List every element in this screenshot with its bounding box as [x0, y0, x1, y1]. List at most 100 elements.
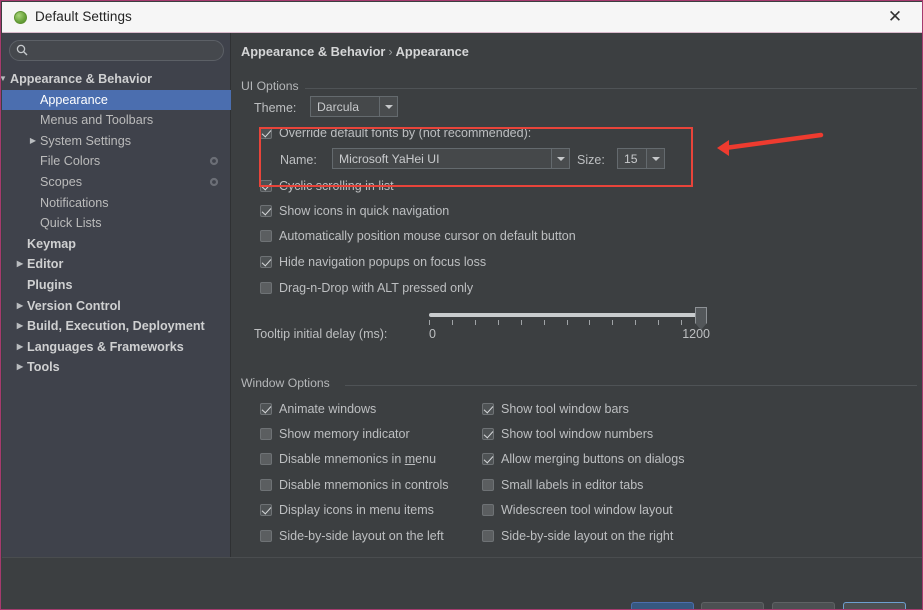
font-name-chevron-down-icon[interactable] — [551, 148, 570, 169]
dialog-body: ▼Appearance & BehaviorAppearanceMenus an… — [2, 33, 923, 610]
checkbox[interactable] — [260, 504, 272, 516]
search-input[interactable] — [33, 43, 217, 57]
sidebar-item-editor[interactable]: ▶Editor — [2, 254, 231, 275]
help-button[interactable]: Help — [843, 602, 906, 610]
sidebar-item-build-execution-deployment[interactable]: ▶Build, Execution, Deployment — [2, 316, 231, 337]
override-default-fonts-checkbox-row[interactable]: Override default fonts by (not recommend… — [260, 126, 531, 140]
slider-max-label: 1200 — [682, 327, 710, 341]
cancel-button[interactable]: Cancel — [701, 602, 764, 610]
checkbox[interactable] — [260, 180, 272, 192]
sidebar-item-label: Tools — [27, 357, 60, 378]
window-option-allow-merging-buttons-on-dialogs[interactable]: Allow merging buttons on dialogs — [482, 452, 684, 466]
checkbox-label: Widescreen tool window layout — [501, 503, 673, 517]
sidebar-item-notifications[interactable]: Notifications — [2, 193, 231, 214]
chevron-right-icon[interactable]: ▶ — [27, 131, 39, 152]
chevron-right-icon[interactable]: ▶ — [14, 337, 26, 358]
checkbox[interactable] — [482, 504, 494, 516]
dialog-footer: OK Cancel Apply Help — [2, 557, 923, 610]
window-option-show-tool-window-numbers[interactable]: Show tool window numbers — [482, 427, 653, 441]
checkbox[interactable] — [482, 530, 494, 542]
ui-option-cyclic-scrolling-in-list[interactable]: Cyclic scrolling in list — [260, 179, 394, 193]
slider-track[interactable] — [429, 313, 704, 317]
theme-select[interactable]: Darcula — [310, 96, 380, 117]
checkbox-label: Disable mnemonics in menu — [279, 452, 436, 466]
font-size-select[interactable]: 15 — [617, 148, 647, 169]
chevron-right-icon[interactable]: ▶ — [14, 254, 26, 275]
checkbox-label: Show tool window bars — [501, 402, 629, 416]
tooltip-delay-label: Tooltip initial delay (ms): — [254, 327, 387, 341]
sidebar-item-system-settings[interactable]: ▶System Settings — [2, 131, 231, 152]
ok-button[interactable]: OK — [631, 602, 694, 610]
sidebar-item-appearance-behavior[interactable]: ▼Appearance & Behavior — [2, 69, 231, 90]
window-option-small-labels-in-editor-tabs[interactable]: Small labels in editor tabs — [482, 478, 643, 492]
sidebar-item-version-control[interactable]: ▶Version Control — [2, 296, 231, 317]
checkbox[interactable] — [260, 479, 272, 491]
settings-dialog-window: Default Settings ✕ ▼Appearance & Behavio… — [0, 0, 923, 610]
checkbox[interactable] — [260, 403, 272, 415]
checkbox-label: Cyclic scrolling in list — [279, 179, 394, 193]
checkbox[interactable] — [482, 403, 494, 415]
window-option-show-memory-indicator[interactable]: Show memory indicator — [260, 427, 410, 441]
slider-tick — [658, 320, 659, 325]
checkbox[interactable] — [260, 453, 272, 465]
window-option-show-tool-window-bars[interactable]: Show tool window bars — [482, 402, 629, 416]
slider-thumb[interactable] — [695, 307, 707, 324]
sidebar-item-quick-lists[interactable]: Quick Lists — [2, 213, 231, 234]
ui-option-show-icons-in-quick-navigation[interactable]: Show icons in quick navigation — [260, 204, 449, 218]
window-option-disable-mnemonics-in-menu[interactable]: Disable mnemonics in menu — [260, 452, 436, 466]
checkbox[interactable] — [260, 256, 272, 268]
window-option-widescreen-tool-window-layout[interactable]: Widescreen tool window layout — [482, 503, 673, 517]
checkbox[interactable] — [482, 428, 494, 440]
override-default-fonts-label: Override default fonts by (not recommend… — [279, 126, 531, 140]
window-option-side-by-side-layout-on-the-right[interactable]: Side-by-side layout on the right — [482, 529, 673, 543]
breadcrumb-root[interactable]: Appearance & Behavior — [241, 44, 385, 59]
checkbox[interactable] — [260, 530, 272, 542]
checkbox[interactable] — [260, 282, 272, 294]
sidebar-item-label: File Colors — [40, 151, 100, 172]
checkbox[interactable] — [260, 428, 272, 440]
checkbox[interactable] — [482, 453, 494, 465]
tooltip-delay-slider[interactable]: 0 1200 — [429, 305, 704, 351]
ui-option-drag-n-drop-with-alt-pressed-only[interactable]: Drag-n-Drop with ALT pressed only — [260, 281, 473, 295]
chevron-right-icon[interactable]: ▶ — [14, 357, 26, 378]
checkbox[interactable] — [260, 205, 272, 217]
search-container — [9, 40, 224, 61]
window-option-animate-windows[interactable]: Animate windows — [260, 402, 376, 416]
sidebar-item-label: Build, Execution, Deployment — [27, 316, 205, 337]
font-size-chevron-down-icon[interactable] — [646, 148, 665, 169]
ui-option-automatically-position-mouse-cursor-on-default-button[interactable]: Automatically position mouse cursor on d… — [260, 229, 576, 243]
sidebar-item-file-colors[interactable]: File Colors — [2, 151, 231, 172]
slider-tick — [475, 320, 476, 325]
checkbox-label: Automatically position mouse cursor on d… — [279, 229, 576, 243]
override-default-fonts-checkbox[interactable] — [260, 127, 272, 139]
font-name-select[interactable]: Microsoft YaHei UI — [332, 148, 552, 169]
checkbox[interactable] — [482, 479, 494, 491]
window-option-display-icons-in-menu-items[interactable]: Display icons in menu items — [260, 503, 434, 517]
font-size-value: 15 — [624, 152, 638, 166]
chevron-right-icon[interactable]: ▶ — [14, 296, 26, 317]
checkbox[interactable] — [260, 230, 272, 242]
sidebar-item-plugins[interactable]: Plugins — [2, 275, 231, 296]
sidebar-item-tools[interactable]: ▶Tools — [2, 357, 231, 378]
window-option-disable-mnemonics-in-controls[interactable]: Disable mnemonics in controls — [260, 478, 449, 492]
chevron-right-icon[interactable]: ▶ — [14, 316, 26, 337]
sidebar-item-keymap[interactable]: Keymap — [2, 234, 231, 255]
window-options-divider — [345, 385, 917, 386]
sidebar-item-label: Appearance — [40, 90, 108, 111]
slider-tick — [429, 320, 430, 325]
sidebar-item-appearance[interactable]: Appearance — [2, 90, 231, 111]
sidebar-item-label: Notifications — [40, 193, 109, 214]
theme-chevron-down-icon[interactable] — [379, 96, 398, 117]
chevron-down-icon[interactable]: ▼ — [0, 69, 9, 90]
gear-icon[interactable] — [209, 177, 219, 187]
sidebar-item-menus-and-toolbars[interactable]: Menus and Toolbars — [2, 110, 231, 131]
close-icon[interactable]: ✕ — [873, 2, 917, 32]
gear-icon[interactable] — [209, 156, 219, 166]
sidebar-item-label: Languages & Frameworks — [27, 337, 184, 358]
window-option-side-by-side-layout-on-the-left[interactable]: Side-by-side layout on the left — [260, 529, 444, 543]
sidebar-item-scopes[interactable]: Scopes — [2, 172, 231, 193]
breadcrumb: Appearance & Behavior›Appearance — [241, 44, 469, 59]
search-icon — [16, 44, 28, 56]
sidebar-item-languages-frameworks[interactable]: ▶Languages & Frameworks — [2, 337, 231, 358]
ui-option-hide-navigation-popups-on-focus-loss[interactable]: Hide navigation popups on focus loss — [260, 255, 486, 269]
